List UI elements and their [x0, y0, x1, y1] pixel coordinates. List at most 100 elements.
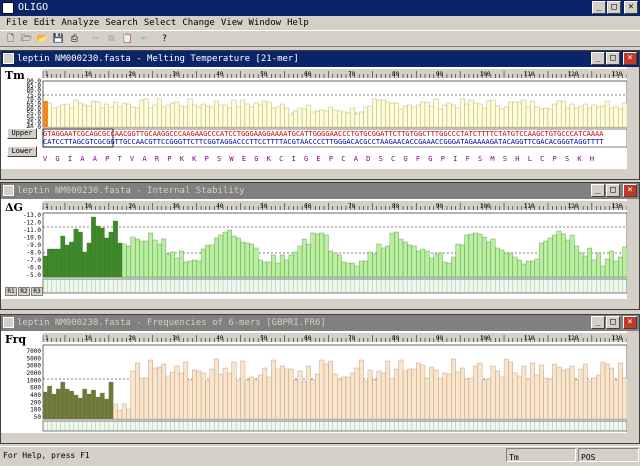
- dg-bar: [552, 234, 557, 278]
- tm-bar: [350, 107, 355, 128]
- tm-bar: [468, 99, 474, 128]
- y-tick-label: 100: [30, 407, 41, 414]
- tm-bar: [139, 99, 145, 128]
- minimize-button[interactable]: _: [591, 52, 605, 65]
- minimize-button[interactable]: _: [591, 316, 605, 329]
- tm-bar: [306, 104, 311, 128]
- frq-bar: [297, 370, 303, 420]
- frq-bar: [613, 379, 619, 420]
- undo-icon[interactable]: ↶: [136, 32, 151, 46]
- frq-bar: [473, 365, 478, 420]
- maximize-button[interactable]: □: [606, 52, 620, 65]
- ruler-label: 90: [436, 71, 444, 78]
- tm-bar: [394, 102, 399, 128]
- close-button[interactable]: ×: [623, 52, 637, 65]
- minimize-button[interactable]: _: [591, 184, 605, 197]
- tm-bar: [587, 107, 593, 128]
- close-button[interactable]: ×: [623, 184, 637, 197]
- maximize-button[interactable]: □: [606, 184, 620, 197]
- close-button[interactable]: ×: [623, 316, 637, 329]
- menu-file[interactable]: File: [3, 16, 31, 30]
- tm-bar: [104, 103, 110, 128]
- copy-icon[interactable]: ⧉: [104, 32, 119, 46]
- frq-bar: [468, 377, 474, 420]
- dg-bar: [512, 256, 518, 278]
- ruler-label: 1: [45, 335, 49, 342]
- sequence-bottom[interactable]: CATCCTTAGCGTCGCGGTTGCCAACGTTCCGGGTTCTTCG…: [43, 138, 627, 146]
- ruler-label: 90: [436, 203, 444, 210]
- menu-help[interactable]: Help: [284, 16, 312, 30]
- dg-chart: 1 10 20 30 40 50 60 70 80 90 100 110 120 130-13.0-12.…: [1, 199, 639, 309]
- menu-select[interactable]: Select: [141, 16, 180, 30]
- sequence-top[interactable]: GTAGGAATCGCAGCGCCAACGGTTGCAAGGCCCAAGAAGC…: [43, 130, 627, 138]
- menu-analyze[interactable]: Analyze: [58, 16, 102, 30]
- dg-bar: [530, 260, 535, 278]
- dg-bar: [547, 237, 553, 278]
- frq-bar: [284, 368, 290, 420]
- menu-edit[interactable]: Edit: [31, 16, 59, 30]
- y-tick-label: 50: [34, 414, 42, 421]
- y-tick-label: 1000: [27, 377, 42, 384]
- frq-bar: [200, 372, 206, 420]
- maximize-button[interactable]: □: [606, 316, 620, 329]
- dg-bar: [560, 233, 566, 278]
- help-icon[interactable]: ?: [157, 32, 172, 46]
- frq-bar: [345, 376, 351, 420]
- tm-bar: [363, 106, 369, 128]
- frq-bar: [490, 365, 496, 420]
- open-icon[interactable]: 🗁: [19, 32, 34, 46]
- menu-change[interactable]: Change: [179, 16, 218, 30]
- r2-button[interactable]: R2: [18, 287, 30, 296]
- dg-bar: [613, 260, 619, 278]
- r1-button[interactable]: R1: [5, 287, 17, 296]
- frq-bar: [91, 389, 96, 420]
- tm-bar: [442, 104, 448, 128]
- tm-bar: [126, 103, 131, 128]
- ruler-label: 130: [611, 203, 622, 210]
- minimize-button[interactable]: _: [592, 1, 606, 14]
- frq-bar: [574, 379, 579, 420]
- tm-bar: [359, 111, 364, 128]
- frq-bar: [301, 380, 307, 420]
- dg-bar: [148, 232, 153, 278]
- frq-bar: [508, 361, 513, 420]
- new-icon[interactable]: 🗋: [3, 32, 18, 46]
- tm-bar: [174, 101, 180, 128]
- frq-bar: [455, 371, 461, 420]
- frq-bar: [622, 377, 628, 420]
- tm-bar: [240, 99, 246, 128]
- lower-label: Lower: [11, 147, 33, 155]
- menu-search[interactable]: Search: [102, 16, 141, 30]
- menu-bar: File Edit Analyze Search Select Change V…: [0, 16, 640, 30]
- cut-icon[interactable]: ✂: [88, 32, 103, 46]
- tm-bar: [345, 112, 351, 128]
- vertical-scrollbar: [627, 331, 639, 433]
- dg-bar: [117, 242, 123, 278]
- frq-bar: [174, 365, 180, 420]
- save-icon[interactable]: 💾: [51, 32, 66, 46]
- dg-bar: [565, 239, 571, 278]
- menu-view[interactable]: View: [218, 16, 246, 30]
- dg-bar: [376, 243, 382, 278]
- upper-button[interactable]: Upper: [7, 128, 37, 139]
- menu-window[interactable]: Window: [246, 16, 285, 30]
- tm-bar: [591, 104, 597, 128]
- maximize-button[interactable]: □: [607, 1, 621, 14]
- lower-button[interactable]: Lower: [7, 146, 37, 157]
- frq-window: leptin NM000230.fasta - Frequencies of 6…: [0, 314, 640, 444]
- dg-bar: [486, 241, 492, 278]
- open-folder-icon[interactable]: 📂: [35, 32, 50, 46]
- paste-icon[interactable]: 📋: [120, 32, 135, 46]
- frq-bar: [394, 368, 399, 420]
- frq-bar: [86, 393, 92, 420]
- y-tick-label: -5.0: [27, 272, 42, 279]
- ruler-label: 10: [85, 71, 93, 78]
- dg-bar: [394, 231, 399, 278]
- dg-bar: [328, 250, 333, 278]
- print-icon[interactable]: ⎙: [67, 32, 82, 46]
- tm-bar: [385, 101, 391, 128]
- close-button[interactable]: ×: [624, 1, 638, 14]
- tm-bar: [495, 105, 500, 128]
- tm-bar: [424, 101, 430, 128]
- r3-button[interactable]: R3: [31, 287, 43, 296]
